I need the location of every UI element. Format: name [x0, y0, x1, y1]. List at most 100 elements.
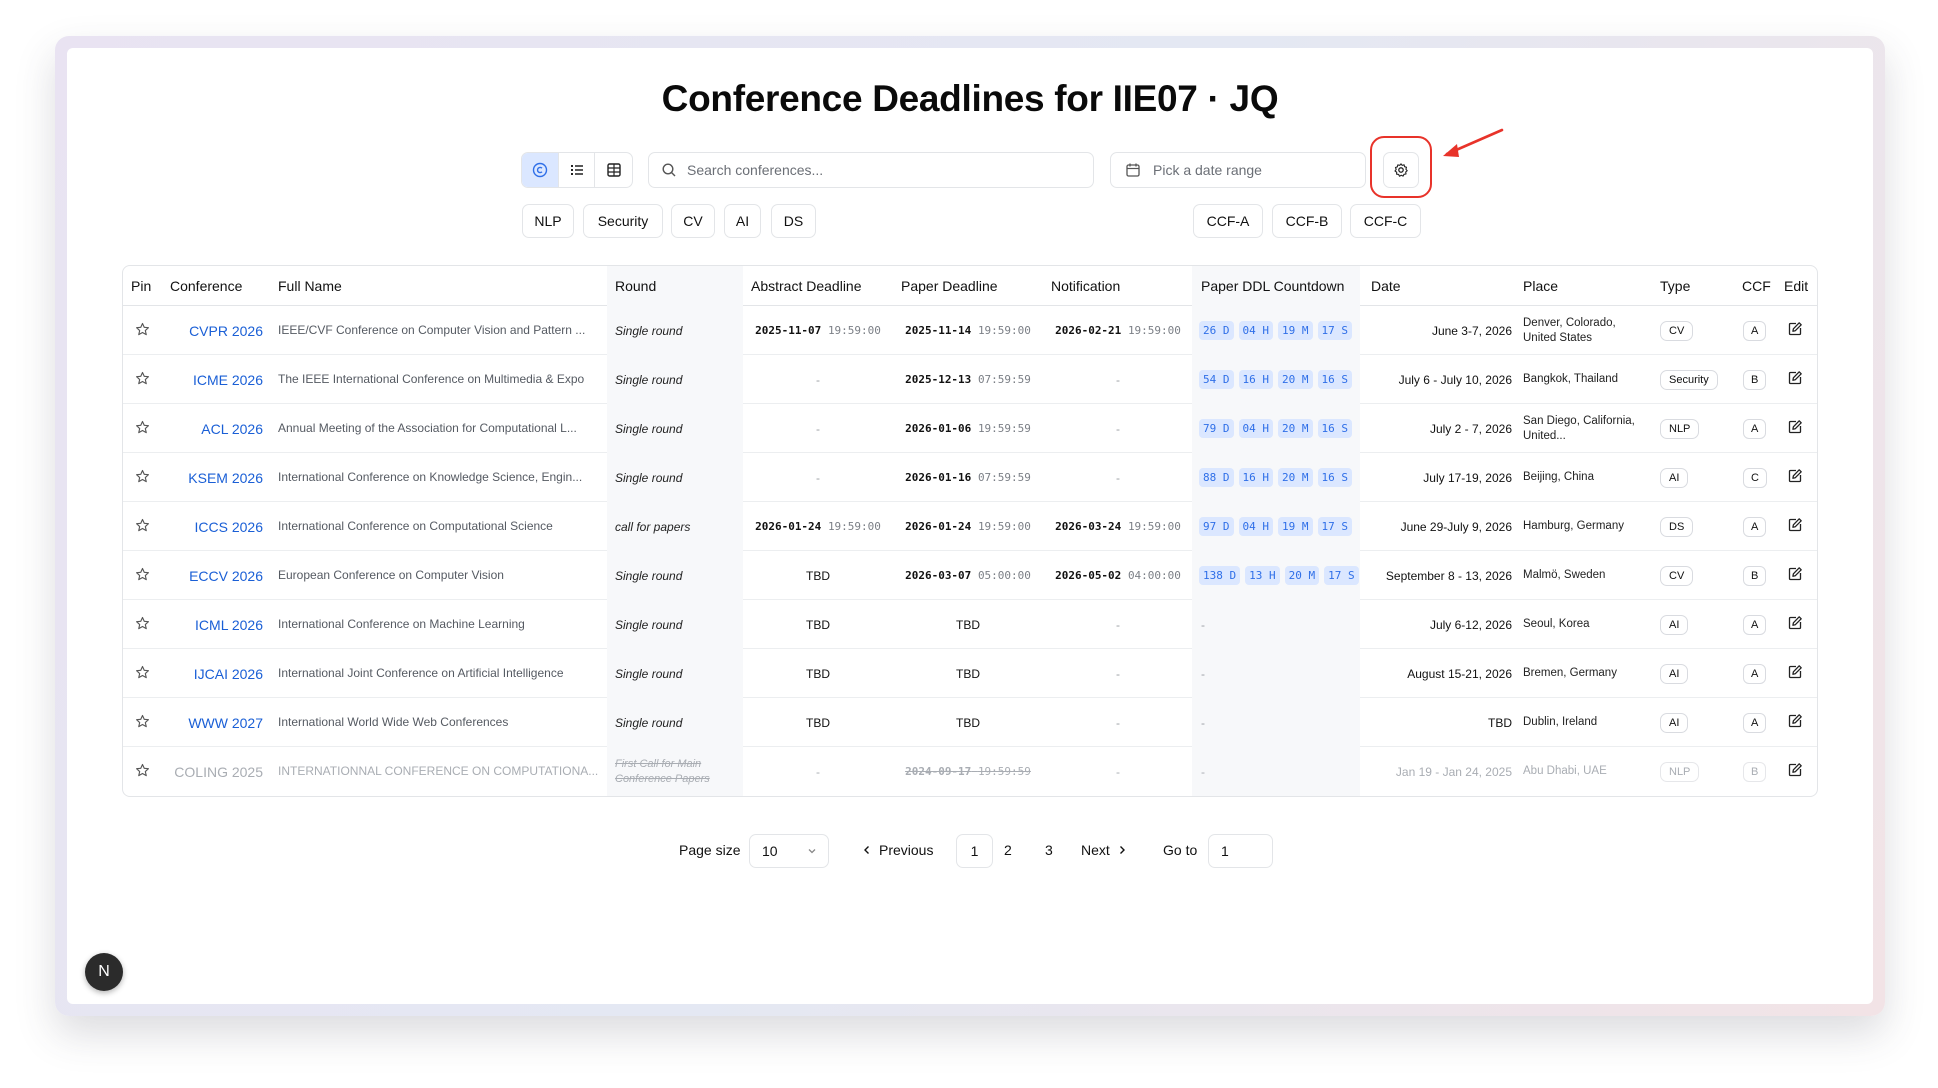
countdown-cell: - — [1201, 764, 1205, 779]
filter-chip-nlp[interactable]: NLP — [522, 204, 574, 238]
edit-icon — [1787, 762, 1803, 781]
pin-button[interactable] — [135, 502, 150, 551]
pin-button[interactable] — [135, 747, 150, 796]
abstract-cell: - — [743, 453, 893, 502]
place-text: Hamburg, Germany — [1523, 520, 1624, 532]
previous-button[interactable]: Previous — [861, 842, 933, 858]
edit-button[interactable] — [1787, 404, 1803, 453]
header-abstract-deadline[interactable]: Abstract Deadline — [751, 278, 862, 294]
conference-link[interactable]: KSEM 2026 — [188, 470, 263, 486]
page-button-1[interactable]: 1 — [956, 834, 993, 868]
ccf-cell: A — [1743, 600, 1767, 649]
conference-link[interactable]: ICCS 2026 — [195, 519, 263, 535]
page-button-2[interactable]: 2 — [1004, 842, 1012, 858]
header-conference[interactable]: Conference — [170, 278, 242, 294]
conference-link[interactable]: WWW 2027 — [188, 715, 263, 731]
conference-link[interactable]: IJCAI 2026 — [194, 666, 263, 682]
copyright-icon — [532, 162, 548, 178]
round-text: Single round — [615, 470, 683, 485]
edit-button[interactable] — [1787, 355, 1803, 404]
type-cell: AI — [1660, 453, 1689, 502]
notification-cell: 2026-05-02 04:00:00 — [1043, 551, 1193, 600]
edit-button[interactable] — [1787, 747, 1803, 796]
view-table-button[interactable] — [595, 153, 632, 187]
conference-link[interactable]: CVPR 2026 — [189, 323, 263, 339]
type-badge: CV — [1660, 320, 1694, 341]
conference-link[interactable]: ACL 2026 — [201, 421, 263, 437]
pin-button[interactable] — [135, 404, 150, 453]
pin-button[interactable] — [135, 698, 150, 747]
edit-button[interactable] — [1787, 453, 1803, 502]
view-countdown-button[interactable] — [522, 153, 559, 187]
header-countdown[interactable]: Paper DDL Countdown — [1201, 278, 1344, 294]
filter-chip-ai[interactable]: AI — [724, 204, 761, 238]
edit-icon — [1787, 321, 1803, 340]
conference-cell: ICML 2026 — [163, 600, 263, 649]
conference-link[interactable]: ICML 2026 — [195, 617, 263, 633]
conference-link[interactable]: ICME 2026 — [193, 372, 263, 388]
goto-input[interactable]: 1 — [1208, 834, 1273, 868]
filter-chip-ccf-a[interactable]: CCF-A — [1193, 204, 1263, 238]
filter-chip-cv[interactable]: CV — [671, 204, 715, 238]
edit-button[interactable] — [1787, 306, 1803, 355]
countdown-badge: 16 H — [1238, 370, 1273, 389]
place-cell: Abu Dhabi, UAE — [1523, 747, 1645, 796]
conference-cell: ACL 2026 — [163, 404, 263, 453]
conference-link[interactable]: COLING 2025 — [174, 764, 263, 780]
edit-icon — [1787, 566, 1803, 585]
edit-button[interactable] — [1787, 502, 1803, 551]
date-text: July 2 - 7, 2026 — [1429, 421, 1512, 436]
pin-button[interactable] — [135, 649, 150, 698]
notification-cell: 2026-03-24 19:59:00 — [1043, 502, 1193, 551]
search-input[interactable] — [687, 162, 1067, 178]
place-cell: Malmö, Sweden — [1523, 551, 1645, 600]
page-size-select[interactable]: 10 — [749, 834, 829, 868]
pin-button[interactable] — [135, 600, 150, 649]
header-date[interactable]: Date — [1371, 278, 1401, 294]
search-icon — [662, 163, 676, 177]
date-cell: July 17-19, 2026 — [1360, 453, 1512, 502]
paper-cell: 2025-12-13 07:59:59 — [893, 355, 1043, 404]
paper-cell: 2026-01-24 19:59:00 — [893, 502, 1043, 551]
place-text: Malmö, Sweden — [1523, 569, 1606, 581]
round-cell: Single round — [615, 404, 682, 453]
header-paper-deadline[interactable]: Paper Deadline — [901, 278, 998, 294]
header-notification[interactable]: Notification — [1051, 278, 1120, 294]
countdown-badge: 138 D — [1199, 566, 1241, 585]
pin-button[interactable] — [135, 453, 150, 502]
date-cell: TBD — [1360, 698, 1512, 747]
star-icon — [135, 469, 150, 487]
page-button-3[interactable]: 3 — [1045, 842, 1053, 858]
filter-chip-security[interactable]: Security — [583, 204, 663, 238]
date-text: July 6-12, 2026 — [1429, 617, 1512, 632]
type-cell: AI — [1660, 698, 1689, 747]
pin-button[interactable] — [135, 551, 150, 600]
table-row: ECCV 2026 European Conference on Computer… — [123, 551, 1817, 600]
type-badge: CV — [1660, 565, 1694, 586]
star-icon — [135, 763, 150, 781]
countdown-badge: 16 S — [1317, 370, 1352, 389]
filter-chip-ds[interactable]: DS — [771, 204, 816, 238]
filter-chip-ccf-b[interactable]: CCF-B — [1272, 204, 1342, 238]
pin-button[interactable] — [135, 306, 150, 355]
countdown-badge: 79 D — [1199, 419, 1234, 438]
countdown-cell: - — [1201, 617, 1205, 632]
ccf-cell: A — [1743, 306, 1767, 355]
date-cell: September 8 - 13, 2026 — [1360, 551, 1512, 600]
next-button[interactable]: Next — [1081, 842, 1128, 858]
notification-cell: 2026-02-21 19:59:00 — [1043, 306, 1193, 355]
edit-button[interactable] — [1787, 698, 1803, 747]
filter-chip-ccf-c[interactable]: CCF-C — [1350, 204, 1421, 238]
view-list-button[interactable] — [559, 153, 596, 187]
date-range-picker[interactable]: Pick a date range — [1110, 152, 1366, 188]
countdown-badge: 19 M — [1278, 517, 1313, 536]
edit-button[interactable] — [1787, 649, 1803, 698]
pin-button[interactable] — [135, 355, 150, 404]
notification-date: 2026-03-24 — [1055, 520, 1122, 533]
next-dev-badge[interactable]: N — [85, 953, 123, 991]
edit-button[interactable] — [1787, 551, 1803, 600]
edit-button[interactable] — [1787, 600, 1803, 649]
edit-icon — [1787, 517, 1803, 536]
countdown-shade — [1192, 698, 1360, 747]
conference-link[interactable]: ECCV 2026 — [189, 568, 263, 584]
